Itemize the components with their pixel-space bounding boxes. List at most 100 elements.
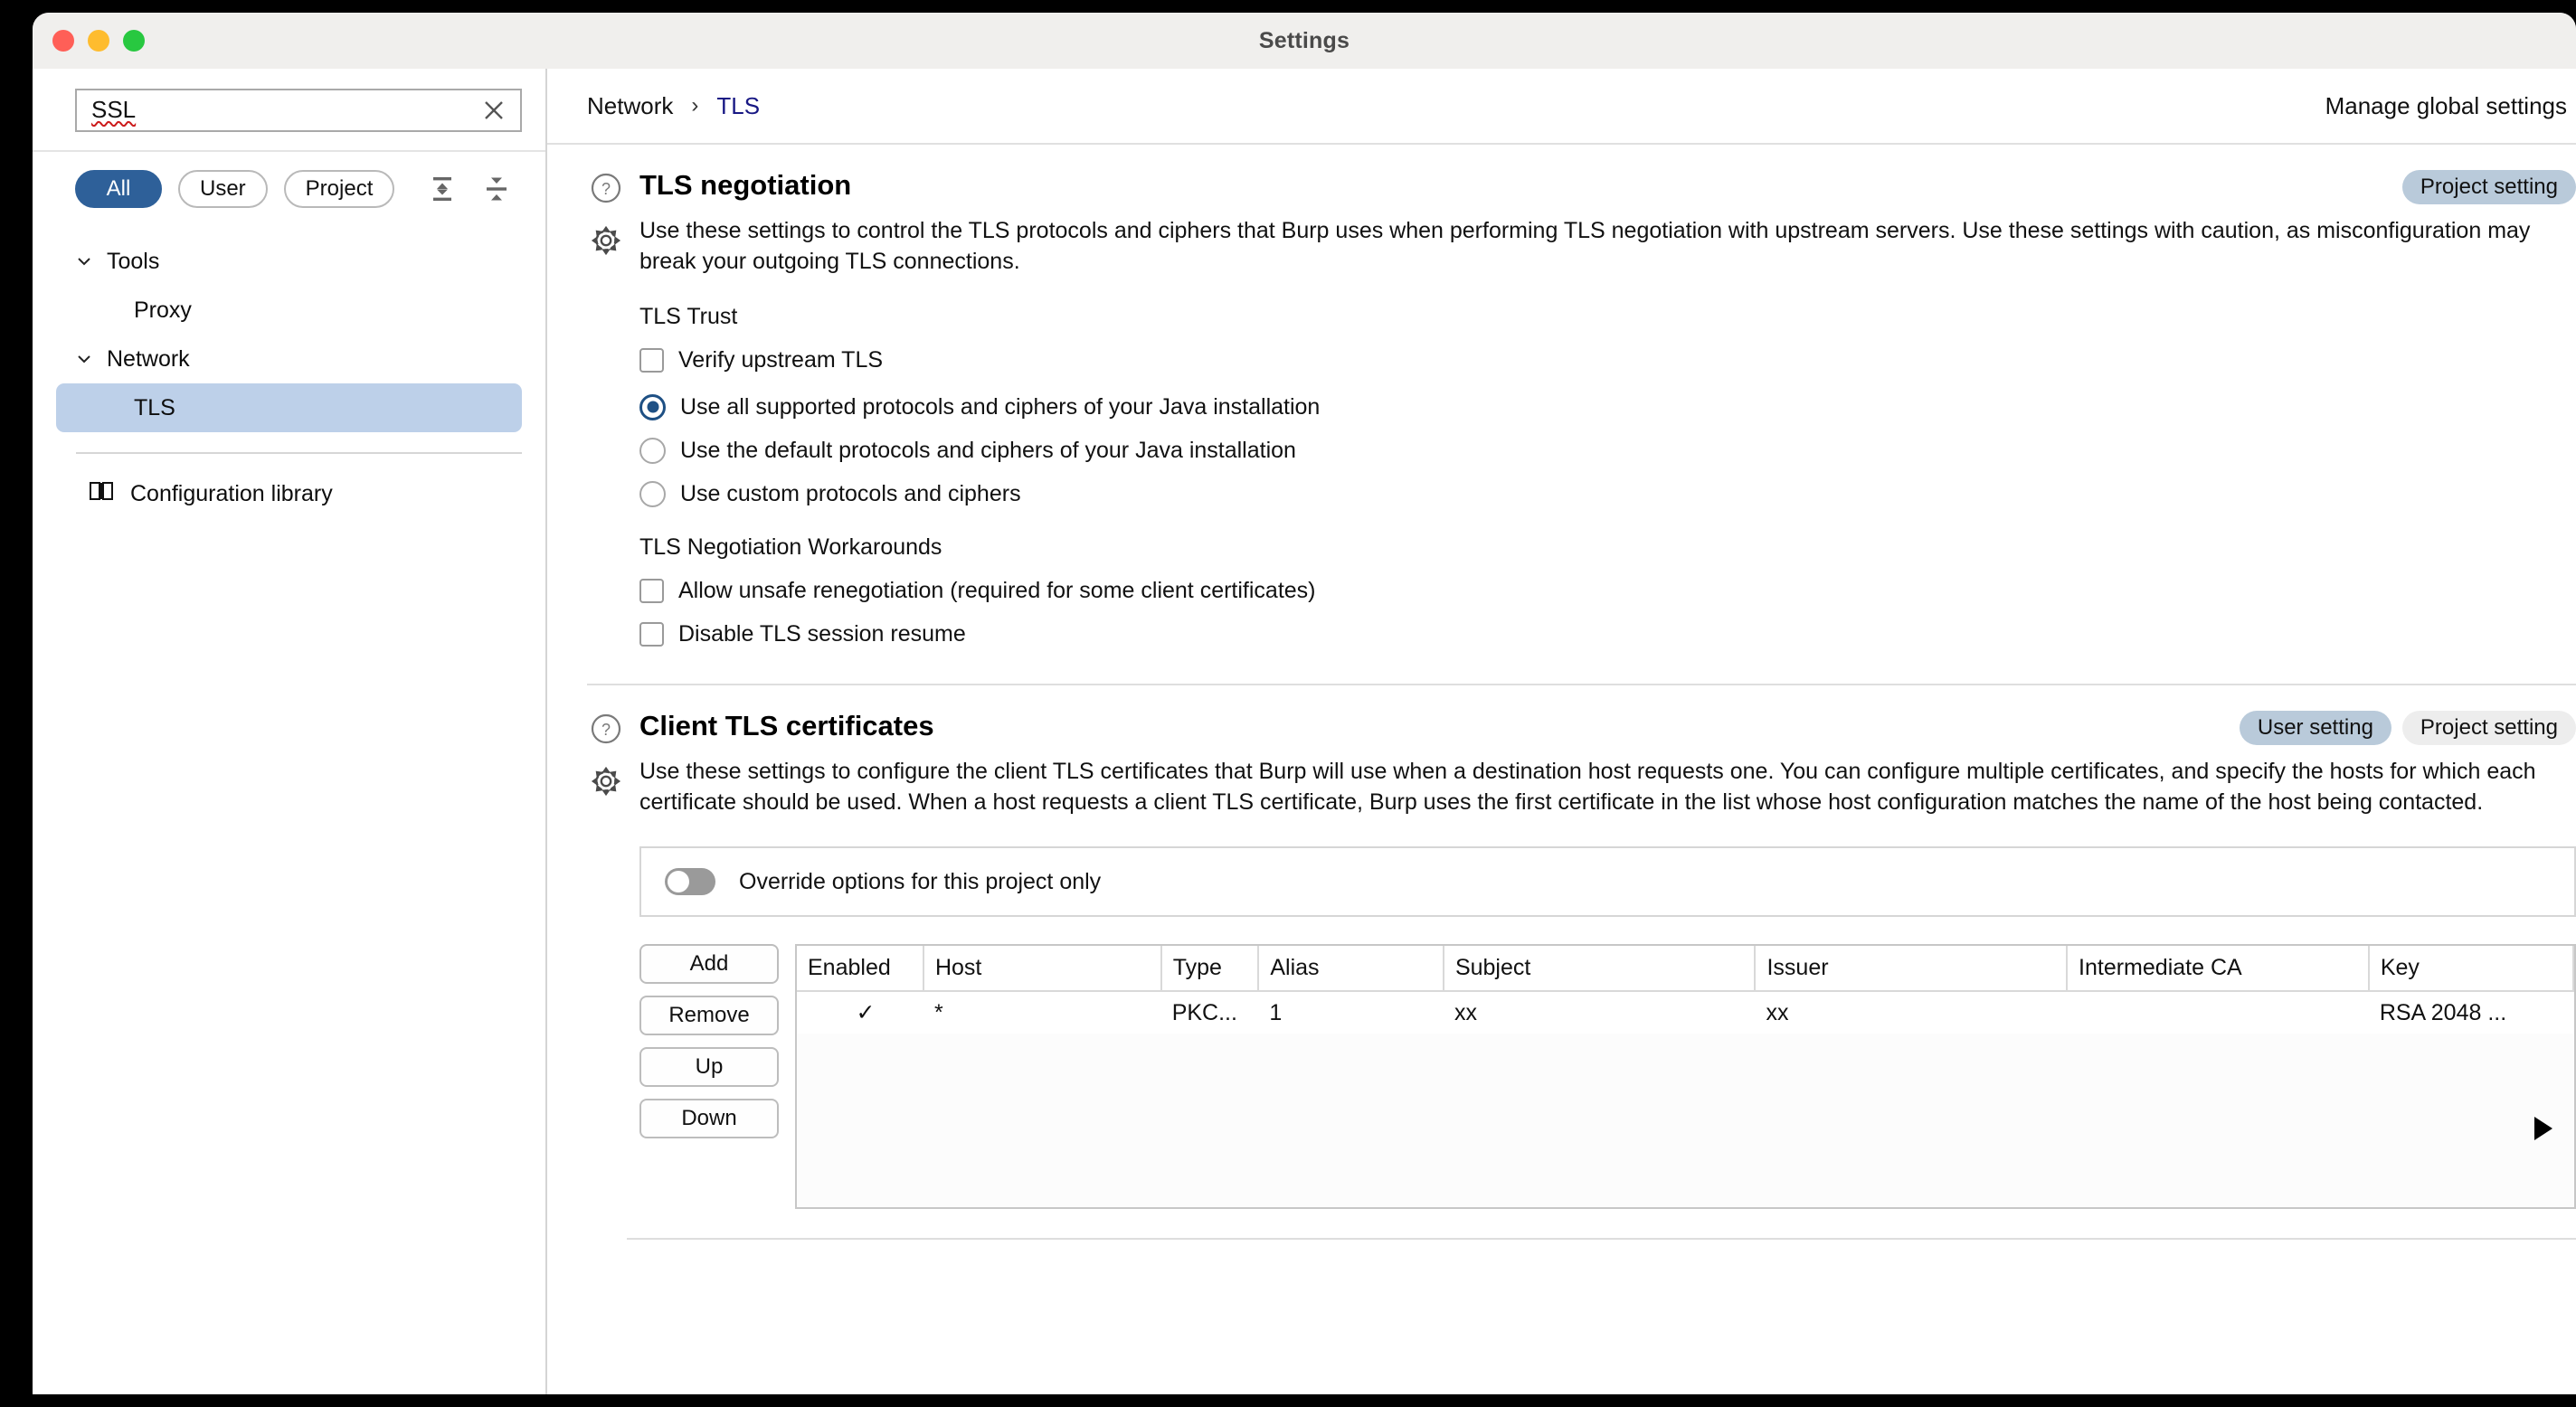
main-content: Network › TLS Manage global settings ? P…	[547, 69, 2576, 1394]
maximize-window-button[interactable]	[123, 30, 145, 52]
sidebar-item-label: Network	[107, 345, 190, 372]
add-button[interactable]: Add	[639, 944, 779, 984]
expand-all-icon[interactable]	[481, 174, 512, 204]
content-header: Network › TLS Manage global settings	[547, 69, 2576, 145]
sidebar-item-tls[interactable]: TLS	[56, 383, 522, 432]
status-badge-project-setting[interactable]: Project setting	[2401, 711, 2576, 745]
remove-button[interactable]: Remove	[639, 996, 779, 1035]
filter-pill-all[interactable]: All	[75, 170, 162, 208]
down-button[interactable]: Down	[639, 1099, 779, 1138]
window-title: Settings	[1258, 27, 1350, 53]
book-icon	[89, 479, 114, 509]
override-toggle-label: Override options for this project only	[739, 868, 1102, 894]
question-circle-icon[interactable]: ?	[590, 713, 622, 745]
section-client-tls-certificates: ? User setting Project setting Client TL…	[547, 685, 2576, 1240]
radio-use-all-supported[interactable]: Use all supported protocols and ciphers …	[639, 393, 2576, 420]
close-window-button[interactable]	[52, 30, 74, 52]
sidebar-item-tools[interactable]: Tools	[56, 237, 522, 286]
sidebar: SSL All User Project Tools Proxy Network…	[33, 69, 547, 1394]
sidebar-item-label: Tools	[107, 248, 160, 274]
workarounds-heading: TLS Negotiation Workarounds	[639, 534, 942, 560]
search-input-value: SSL	[91, 96, 137, 124]
cell-intermediate-ca	[2067, 991, 2369, 1034]
override-toggle[interactable]	[665, 868, 715, 895]
checkbox-label: Disable TLS session resume	[678, 621, 966, 647]
cell-type: PKC...	[1160, 991, 1259, 1034]
sidebar-item-configuration-library[interactable]: Configuration library	[33, 454, 545, 509]
checkbox-disable-tls-session-resume[interactable]: Disable TLS session resume	[639, 620, 2576, 647]
column-header-issuer[interactable]: Issuer	[1755, 946, 2069, 992]
certificate-action-buttons: Add Remove Up Down	[639, 944, 779, 1209]
column-header-alias[interactable]: Alias	[1258, 946, 1444, 992]
checkbox-allow-unsafe-renegotiation[interactable]: Allow unsafe renegotiation (required for…	[639, 577, 2576, 604]
search-input[interactable]: SSL	[75, 89, 522, 132]
chevron-right-icon: ›	[691, 93, 699, 118]
column-header-enabled[interactable]: Enabled	[797, 946, 924, 992]
title-bar: Settings	[33, 13, 2576, 69]
settings-tree: Tools Proxy Network TLS	[33, 224, 545, 432]
column-header-host[interactable]: Host	[923, 946, 1162, 992]
checkbox-verify-upstream-tls[interactable]: Verify upstream TLS	[639, 346, 2576, 373]
manage-global-settings-link[interactable]: Manage global settings	[2325, 92, 2576, 120]
chevron-down-icon	[74, 251, 94, 271]
svg-text:?: ?	[601, 721, 611, 739]
status-badge-user-setting[interactable]: User setting	[2239, 711, 2391, 745]
cell-enabled: ✓	[797, 991, 923, 1034]
status-badge-project-setting[interactable]: Project setting	[2401, 170, 2576, 204]
cell-alias: 1	[1258, 991, 1444, 1034]
collapse-all-icon[interactable]	[427, 174, 458, 204]
radio-use-default[interactable]: Use the default protocols and ciphers of…	[639, 437, 2576, 464]
section-title: TLS negotiation	[639, 169, 852, 201]
filter-pill-user[interactable]: User	[178, 170, 268, 208]
radio-icon	[639, 437, 666, 464]
sidebar-item-network[interactable]: Network	[56, 335, 522, 383]
checkbox-label: Verify upstream TLS	[678, 347, 884, 373]
column-header-intermediate-ca[interactable]: Intermediate CA	[2067, 946, 2370, 992]
section-divider	[627, 1238, 2576, 1240]
tree-tools	[427, 174, 512, 204]
radio-label: Use custom protocols and ciphers	[680, 481, 1021, 506]
checkbox-label: Allow unsafe renegotiation (required for…	[678, 578, 1316, 603]
gear-icon[interactable]	[590, 765, 622, 798]
checkbox-icon	[639, 347, 664, 373]
certificates-table-block: Add Remove Up Down Enabled Host Type Ali…	[639, 944, 2576, 1209]
radio-label: Use the default protocols and ciphers of…	[680, 438, 1296, 463]
column-header-subject[interactable]: Subject	[1443, 946, 1757, 992]
breadcrumb: Network › TLS	[587, 92, 760, 120]
filter-pill-project[interactable]: Project	[283, 170, 395, 208]
search-section: SSL	[33, 69, 545, 152]
protocol-radio-group: Use all supported protocols and ciphers …	[587, 393, 2576, 507]
certificates-table[interactable]: Enabled Host Type Alias Subject Issuer I…	[795, 944, 2576, 1209]
radio-icon	[639, 393, 666, 420]
cell-issuer: xx	[1755, 991, 2068, 1034]
checkbox-icon	[639, 578, 664, 603]
settings-window: Settings SSL All User Project Tools Prox…	[33, 13, 2576, 1394]
table-row[interactable]: ✓ * PKC... 1 xx xx RSA 2048 ...	[797, 991, 2573, 1034]
toggle-knob	[668, 871, 689, 892]
window-body: SSL All User Project Tools Proxy Network…	[33, 69, 2576, 1394]
breadcrumb-item-tls[interactable]: TLS	[716, 92, 760, 120]
play-triangle-icon[interactable]	[2534, 1117, 2552, 1140]
filter-pills: All User Project	[33, 152, 545, 224]
section-description: Use these settings to control the TLS pr…	[639, 218, 2531, 274]
chevron-down-icon	[74, 349, 94, 369]
gear-icon[interactable]	[590, 224, 622, 257]
sidebar-item-label: Configuration library	[130, 481, 333, 506]
radio-use-custom[interactable]: Use custom protocols and ciphers	[639, 480, 2576, 507]
section-description: Use these settings to configure the clie…	[639, 759, 2536, 815]
section-badges: User setting Project setting	[2239, 711, 2576, 745]
checkbox-icon	[639, 621, 664, 647]
sidebar-item-proxy[interactable]: Proxy	[56, 286, 522, 335]
cell-key: RSA 2048 ...	[2368, 991, 2573, 1034]
close-icon[interactable]	[482, 99, 506, 122]
column-header-type[interactable]: Type	[1160, 946, 1260, 992]
breadcrumb-item-network[interactable]: Network	[587, 92, 673, 120]
sidebar-item-label: Proxy	[134, 297, 192, 323]
column-header-key[interactable]: Key	[2368, 946, 2574, 992]
tls-trust-heading: TLS Trust	[639, 304, 738, 329]
question-circle-icon[interactable]: ?	[590, 172, 622, 204]
cell-host: *	[923, 991, 1161, 1034]
minimize-window-button[interactable]	[88, 30, 109, 52]
settings-scroll-area[interactable]: ? Project setting TLS negotiation Use th…	[547, 145, 2576, 1394]
up-button[interactable]: Up	[639, 1047, 779, 1087]
